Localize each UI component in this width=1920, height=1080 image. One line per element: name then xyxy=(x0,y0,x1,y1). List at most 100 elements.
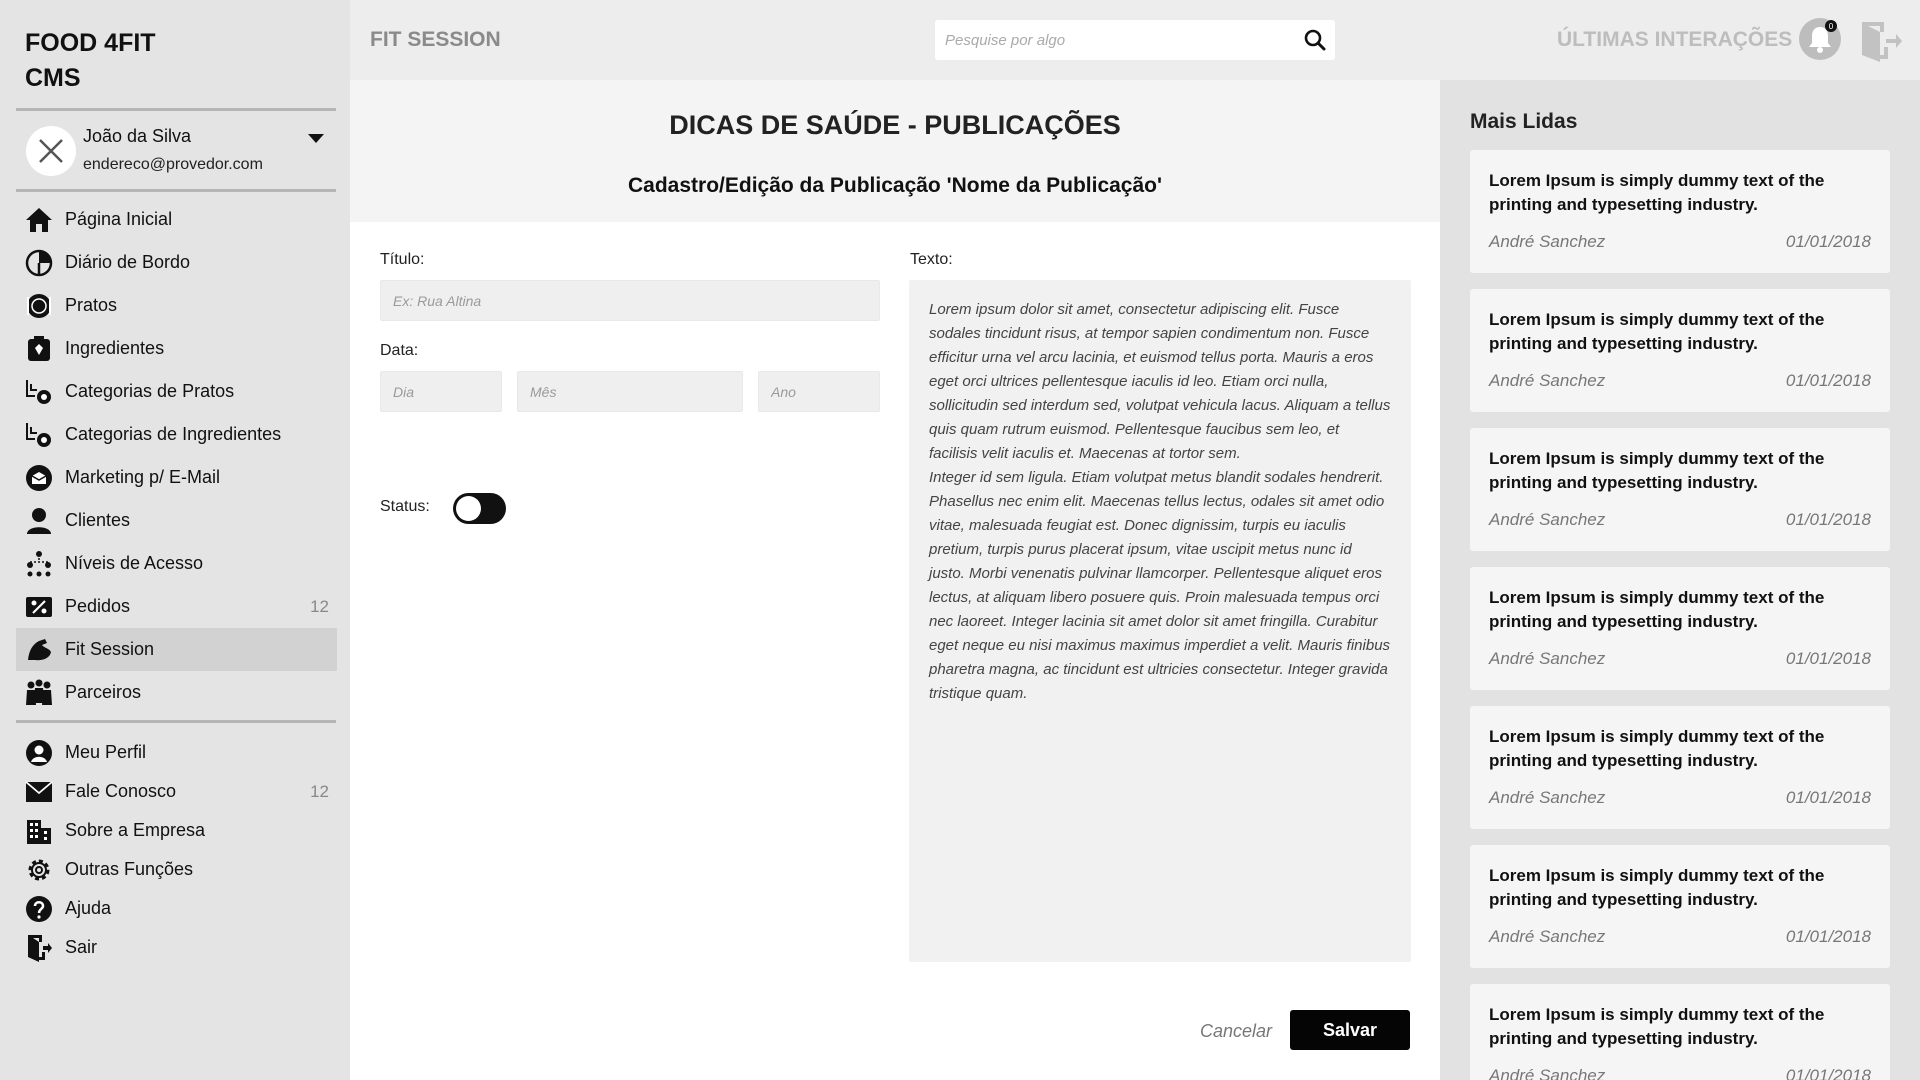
sidebar-item-label: Níveis de Acesso xyxy=(65,553,204,573)
article-title: Lorem Ipsum is simply dummy text of the … xyxy=(1489,310,1825,353)
search-input[interactable] xyxy=(935,20,1285,60)
pie-chart-icon xyxy=(24,248,54,278)
help-icon xyxy=(24,894,54,924)
sidebar-item-clientes[interactable]: Clientes xyxy=(16,499,337,542)
sidebar-item-categorias-de-ingredientes[interactable]: Categorias de Ingredientes xyxy=(16,413,337,456)
user-menu[interactable]: João da Silva endereco@provedor.com xyxy=(16,116,336,188)
texto-editor[interactable]: Lorem ipsum dolor sit amet, consectetur … xyxy=(909,280,1411,962)
cancel-button[interactable]: Cancelar xyxy=(1196,1012,1276,1051)
article-card[interactable]: Lorem Ipsum is simply dummy text of the … xyxy=(1470,845,1890,968)
texto-paragraph: Lorem ipsum dolor sit amet, consectetur … xyxy=(929,301,1391,462)
sidebar-item-categorias-de-pratos[interactable]: Categorias de Pratos xyxy=(16,370,337,413)
sidebar-item-label: Ingredientes xyxy=(65,338,165,358)
logout-icon[interactable] xyxy=(1858,19,1902,63)
sidebar-item-outras-funcoes[interactable]: Outras Funções xyxy=(16,848,337,891)
ano-field[interactable] xyxy=(758,371,880,412)
article-card[interactable]: Lorem Ipsum is simply dummy text of the … xyxy=(1470,567,1890,690)
sidebar-item-label: Clientes xyxy=(65,510,131,530)
sidebar-item-label: Pedidos xyxy=(65,596,131,616)
article-card[interactable]: Lorem Ipsum is simply dummy text of the … xyxy=(1470,289,1890,412)
categories-icon xyxy=(24,420,54,450)
status-toggle[interactable] xyxy=(453,493,506,524)
sidebar-item-sobre-a-empresa[interactable]: Sobre a Empresa xyxy=(16,809,337,852)
sidebar-item-label: Parceiros xyxy=(65,682,142,702)
ingredient-icon xyxy=(24,334,54,364)
notification-badge: 0 xyxy=(1829,22,1834,31)
categories-icon xyxy=(24,377,54,407)
search-icon[interactable] xyxy=(1303,28,1327,52)
sidebar-item-label: Categorias de Ingredientes xyxy=(65,424,282,444)
dia-field[interactable] xyxy=(380,371,502,412)
sidebar-item-label: Sobre a Empresa xyxy=(65,820,206,840)
article-date: 01/01/2018 xyxy=(1785,649,1871,668)
utensils-icon xyxy=(24,291,54,321)
article-date: 01/01/2018 xyxy=(1785,371,1871,390)
chevron-down-icon[interactable] xyxy=(308,134,324,143)
sidebar-item-ajuda[interactable]: Ajuda xyxy=(16,887,337,930)
article-title: Lorem Ipsum is simply dummy text of the … xyxy=(1489,727,1825,770)
page-title: DICAS DE SAÚDE - PUBLICAÇÕES xyxy=(669,110,1121,140)
article-author: André Sanchez xyxy=(1489,371,1606,390)
mail-open-icon xyxy=(24,463,54,493)
percent-icon xyxy=(24,592,54,622)
sidebar-item-label: Diário de Bordo xyxy=(65,252,191,272)
page-subtitle: Cadastro/Edição da Publicação 'Nome da P… xyxy=(628,174,1162,197)
article-date: 01/01/2018 xyxy=(1785,232,1871,251)
most-read-panel: Mais Lidas Lorem Ipsum is simply dummy t… xyxy=(1440,80,1920,1080)
article-date: 01/01/2018 xyxy=(1785,1066,1871,1080)
topbar: FIT SESSION ÚLTIMAS INTERAÇÕES 0 xyxy=(350,0,1920,80)
sidebar-item-label: Outras Funções xyxy=(65,859,194,879)
avatar xyxy=(26,126,76,176)
sidebar-item-label: Fit Session xyxy=(65,639,155,659)
latest-interactions-label[interactable]: ÚLTIMAS INTERAÇÕES xyxy=(1557,28,1792,52)
sidebar-item-ingredientes[interactable]: Ingredientes xyxy=(16,327,337,370)
bell-icon[interactable]: 0 xyxy=(1798,17,1842,61)
sidebar-divider xyxy=(16,108,336,111)
titulo-field[interactable] xyxy=(380,280,880,321)
brand-line1: FOOD 4FIT xyxy=(25,29,156,57)
sidebar-item-marketing-p-e-mail[interactable]: Marketing p/ E-Mail xyxy=(16,456,337,499)
sidebar-item-label: Meu Perfil xyxy=(65,742,147,762)
sidebar-item-sair[interactable]: Sair xyxy=(16,926,337,969)
brand-line2: CMS xyxy=(25,64,81,92)
article-card[interactable]: Lorem Ipsum is simply dummy text of the … xyxy=(1470,984,1890,1080)
article-date: 01/01/2018 xyxy=(1785,788,1871,807)
article-author: André Sanchez xyxy=(1489,927,1606,946)
brand-logo: FOOD 4FIT CMS xyxy=(25,26,156,96)
most-read-title: Mais Lidas xyxy=(1470,110,1578,133)
article-card[interactable]: Lorem Ipsum is simply dummy text of the … xyxy=(1470,150,1890,273)
article-date: 01/01/2018 xyxy=(1785,927,1871,946)
article-author: André Sanchez xyxy=(1489,1066,1606,1080)
sidebar: FOOD 4FIT CMS João da Silva endereco@pro… xyxy=(0,0,350,1080)
article-author: André Sanchez xyxy=(1489,510,1606,529)
status-label: Status: xyxy=(380,498,430,515)
sidebar-item-niveis-de-acesso[interactable]: Níveis de Acesso xyxy=(16,542,337,585)
sidebar-item-fale-conosco[interactable]: Fale Conosco 12 xyxy=(16,770,337,813)
home-icon xyxy=(24,205,54,235)
sidebar-item-parceiros[interactable]: Parceiros xyxy=(16,671,337,714)
article-card[interactable]: Lorem Ipsum is simply dummy text of the … xyxy=(1470,706,1890,829)
article-card[interactable]: Lorem Ipsum is simply dummy text of the … xyxy=(1470,428,1890,551)
user-icon xyxy=(24,506,54,536)
article-title: Lorem Ipsum is simply dummy text of the … xyxy=(1489,1005,1825,1048)
user-name: João da Silva xyxy=(83,126,192,146)
sidebar-item-diario-de-bordo[interactable]: Diário de Bordo xyxy=(16,241,337,284)
sidebar-item-fit-session[interactable]: Fit Session xyxy=(16,628,337,671)
building-icon xyxy=(24,816,54,846)
article-date: 01/01/2018 xyxy=(1785,510,1871,529)
article-title: Lorem Ipsum is simply dummy text of the … xyxy=(1489,588,1825,631)
sidebar-item-label: Fale Conosco xyxy=(65,781,177,801)
sidebar-item-pedidos[interactable]: Pedidos 12 xyxy=(16,585,337,628)
search-box xyxy=(935,20,1335,60)
sidebar-item-count: 12 xyxy=(310,596,329,616)
main-header: DICAS DE SAÚDE - PUBLICAÇÕES Cadastro/Ed… xyxy=(350,80,1440,222)
sidebar-item-label: Ajuda xyxy=(65,898,112,918)
article-author: André Sanchez xyxy=(1489,788,1606,807)
sidebar-item-label: Categorias de Pratos xyxy=(65,381,235,401)
sidebar-item-meu-perfil[interactable]: Meu Perfil xyxy=(16,731,337,774)
save-button[interactable]: Salvar xyxy=(1290,1010,1410,1050)
mes-field[interactable] xyxy=(517,371,743,412)
hierarchy-icon xyxy=(24,549,54,579)
sidebar-item-pagina-inicial[interactable]: Página Inicial xyxy=(16,198,337,241)
sidebar-item-pratos[interactable]: Pratos xyxy=(16,284,337,327)
